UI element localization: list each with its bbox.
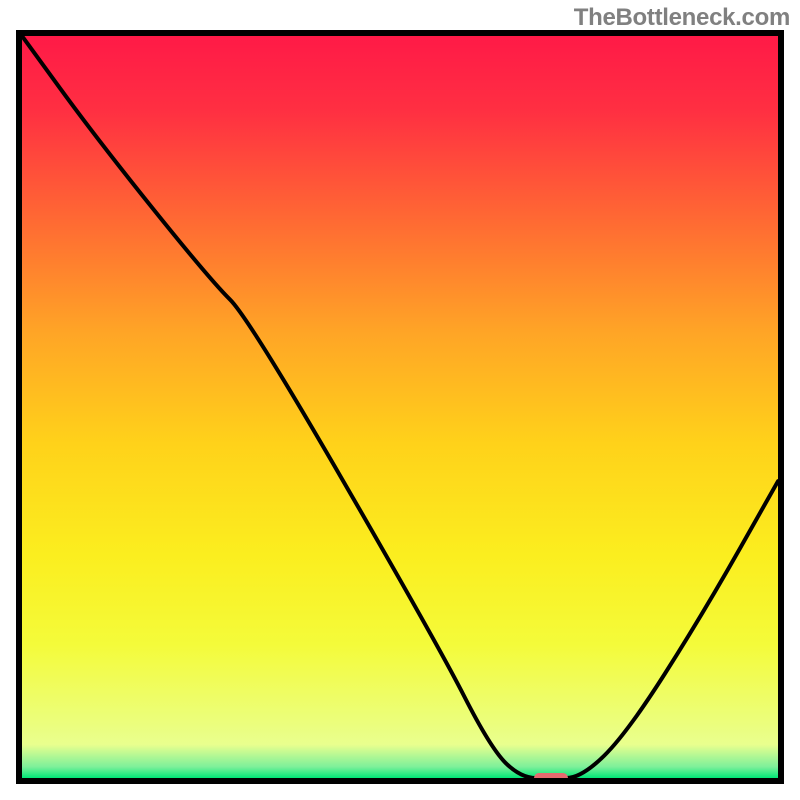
chart-root: TheBottleneck.com: [0, 0, 800, 800]
optimal-marker: [534, 773, 568, 783]
watermark-text: TheBottleneck.com: [574, 4, 790, 32]
curve-path: [22, 36, 778, 778]
chart-frame: [16, 30, 784, 784]
bottleneck-curve: [22, 36, 778, 778]
